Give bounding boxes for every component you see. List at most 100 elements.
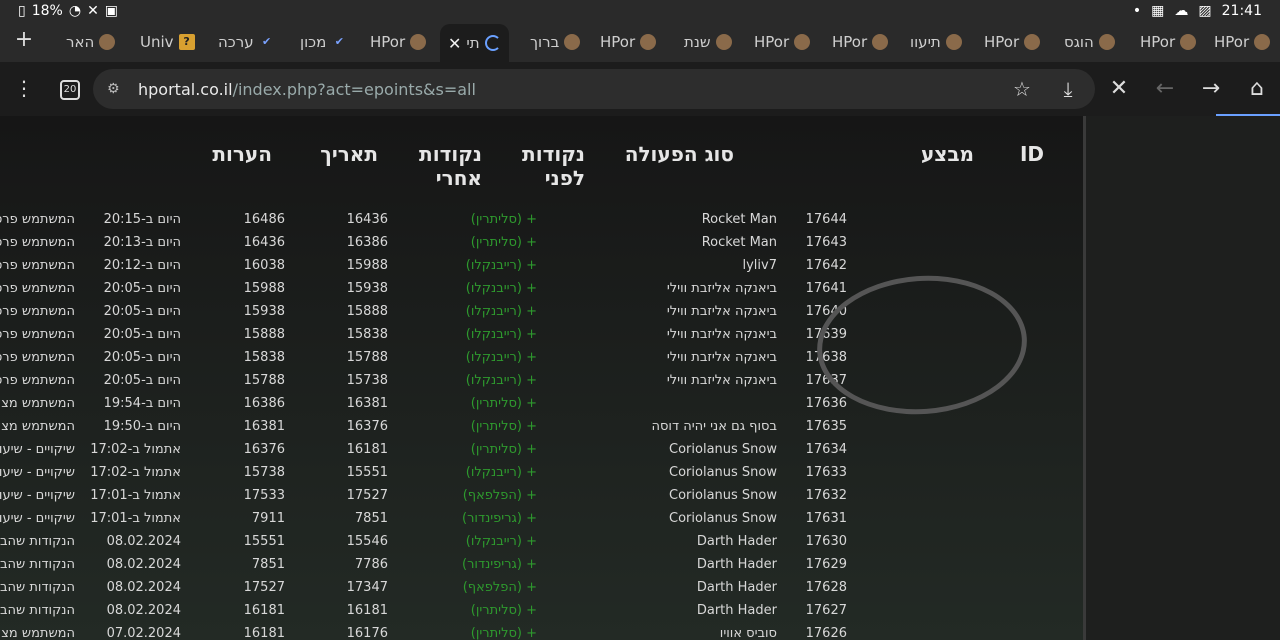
cell-points-after: 17527 [243, 580, 285, 595]
header-user: מבצע [920, 142, 974, 166]
forward-arrow-icon[interactable]: → [1198, 76, 1224, 102]
cell-points-after: 15888 [243, 327, 285, 342]
url-text[interactable]: hportal.co.il/index.php?act=epoints&s=al… [138, 80, 476, 99]
cell-notes: שיקויים - שיעור 1 [0, 488, 75, 503]
browser-tab[interactable]: HPor [1140, 28, 1197, 56]
back-arrow-icon[interactable]: ← [1152, 76, 1178, 102]
download-icon[interactable]: ⤓ [1057, 78, 1079, 100]
tab-switcher-button[interactable]: 20 [60, 80, 80, 100]
browser-tab[interactable]: HPor [370, 28, 427, 56]
cell-points-after: 15551 [243, 534, 285, 549]
cell-type: + (הפלפאף) [462, 580, 537, 595]
cell-points-before: 15888 [346, 304, 388, 319]
cell-user[interactable]: Rocket Man [702, 235, 777, 250]
battery-level: 18% [31, 3, 63, 19]
cell-id: 17635 [805, 419, 847, 434]
new-tab-button[interactable]: + [12, 28, 36, 52]
browser-tab[interactable]: תיעוו [910, 28, 962, 56]
cell-points-before: 15738 [346, 373, 388, 388]
cell-user[interactable]: Darth Hader [697, 580, 777, 595]
cell-user[interactable]: Coriolanus Snow [669, 442, 777, 457]
tab-label: HPor [754, 33, 790, 51]
browser-tab[interactable]: HPor [984, 28, 1041, 56]
cell-user[interactable]: ביאנקה אליזבת ווילי [667, 304, 777, 319]
bookmark-star-icon[interactable]: ☆ [1011, 78, 1033, 100]
cell-type: + (רייבנקלו) [465, 281, 537, 296]
browser-tab[interactable]: ערכה ✔ [218, 28, 275, 56]
avatar-icon [640, 34, 657, 50]
table-row: 17643 Rocket Man + (סליתרין) 16386 16436 היום… [0, 235, 1083, 258]
cell-type: + (רייבנקלו) [465, 465, 537, 480]
cell-type: + (רייבנקלו) [465, 258, 537, 273]
cell-notes: המשתמש פרסם פאנפיק. [0, 350, 75, 365]
cell-points-before: 17347 [346, 580, 388, 595]
notification-dot-icon: • [1132, 3, 1142, 19]
cell-user[interactable]: Coriolanus Snow [669, 488, 777, 503]
cell-type: + (רייבנקלו) [465, 304, 537, 319]
cell-points-before: 16381 [346, 396, 388, 411]
menu-icon[interactable]: ⋮ [14, 76, 34, 100]
cell-user[interactable]: Coriolanus Snow [669, 511, 777, 526]
tab-label: שנת [684, 33, 711, 51]
tab-label: HPor [600, 33, 636, 51]
browser-tab[interactable]: HPor [832, 28, 889, 56]
browser-tab[interactable]: HPor [600, 28, 657, 56]
tab-label: HPor [832, 33, 868, 51]
browser-tab[interactable]: מכון ✔ [300, 28, 347, 56]
cell-date: היום ב-20:15 [103, 212, 181, 227]
cell-points-before: 15788 [346, 350, 388, 365]
gallery-icon: ▦ [1151, 3, 1165, 19]
cell-notes: המשתמש פרסם פאנפיק. [0, 212, 75, 227]
cell-points-before: 15551 [346, 465, 388, 480]
cell-type: + (רייבנקלו) [465, 373, 537, 388]
cell-user[interactable]: Rocket Man [702, 212, 777, 227]
cell-user[interactable]: ביאנקה אליזבת ווילי [667, 281, 777, 296]
cell-date: היום ב-20:05 [103, 304, 181, 319]
cell-user[interactable]: Coriolanus Snow [669, 465, 777, 480]
browser-tab[interactable]: ברוך [530, 28, 581, 56]
cell-points-before: 16181 [346, 442, 388, 457]
browser-tab[interactable]: האר [66, 28, 116, 56]
cell-points-after: 15738 [243, 465, 285, 480]
cell-type: + (סליתרין) [470, 235, 537, 250]
site-settings-icon[interactable]: ⚙ [107, 79, 127, 99]
address-bar[interactable]: ⚙ hportal.co.il/index.php?act=epoints&s=… [93, 69, 1095, 109]
cell-user[interactable]: בסוף גם אני יהיה דוסה [652, 419, 778, 434]
cell-notes: המשתמש מצא את חדר המועדון של סליתרין [0, 626, 75, 640]
avatar-icon [1024, 34, 1041, 50]
browser-tab[interactable]: שנת [684, 28, 732, 56]
cell-user[interactable]: Darth Hader [697, 603, 777, 618]
battery-icon: ▯ [18, 3, 26, 19]
cell-points-before: 15938 [346, 281, 388, 296]
close-tab-icon[interactable]: ✕ [448, 34, 461, 53]
cell-date: 08.02.2024 [106, 534, 181, 549]
cell-id: 17632 [805, 488, 847, 503]
table-row: 17634 Coriolanus Snow + (סליתרין) 16181 1637… [0, 442, 1083, 465]
cell-user[interactable]: ביאנקה אליזבת ווילי [667, 373, 777, 388]
header-date: תאריך [320, 142, 378, 166]
cell-id: 17633 [805, 465, 847, 480]
browser-tab[interactable]: הוגס [1064, 28, 1115, 56]
status-bar: ▯ 18% ◔ ✕ ▣ • ▦ ☁ ▨ 21:41 [0, 0, 1280, 24]
cell-type: + (סליתרין) [470, 442, 537, 457]
cell-type: + (גריפינדור) [462, 557, 537, 572]
cell-date: אתמול ב-17:01 [90, 488, 181, 503]
browser-tab[interactable]: HPor [754, 28, 811, 56]
browser-tab[interactable]: ✕ תי [440, 24, 509, 62]
browser-tab[interactable]: HPor [1214, 28, 1271, 56]
cell-user[interactable]: lyliv7 [743, 258, 778, 273]
table-row: 17644 Rocket Man + (סליתרין) 16436 16486 היום… [0, 212, 1083, 235]
home-icon[interactable]: ⌂ [1244, 76, 1270, 102]
cell-user[interactable]: ביאנקה אליזבת ווילי [667, 350, 777, 365]
wifi-icon: ◔ [68, 3, 82, 19]
cell-date: אתמול ב-17:02 [90, 442, 181, 457]
browser-tab[interactable]: Univ? [140, 28, 195, 56]
avatar-icon [1098, 34, 1115, 50]
stop-loading-icon[interactable]: ✕ [1106, 76, 1132, 102]
cell-user[interactable]: Darth Hader [697, 534, 777, 549]
tab-label: HPor [984, 33, 1020, 51]
cell-user[interactable]: סוביס אוויו [720, 626, 777, 640]
cell-user[interactable]: Darth Hader [697, 557, 777, 572]
cell-user[interactable]: ביאנקה אליזבת ווילי [667, 327, 777, 342]
avatar-icon [794, 34, 811, 50]
